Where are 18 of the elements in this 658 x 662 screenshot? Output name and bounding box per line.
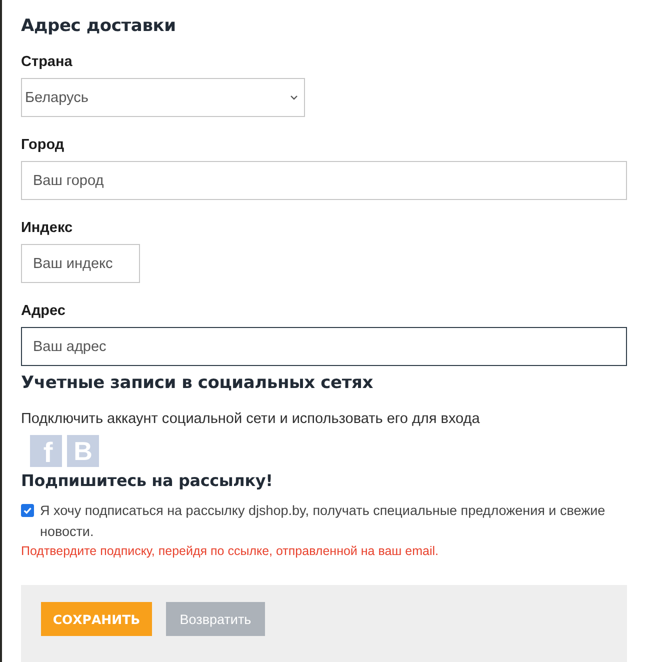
confirmation-note: Подтвердите подписку, перейдя по ссылке, отправленной на ваш email.	[21, 543, 440, 560]
field-label: Адрес	[21, 302, 66, 321]
checkbox[interactable]	[21, 504, 34, 517]
field-label: Индекс	[21, 219, 73, 238]
country-select[interactable]: Беларусь	[21, 78, 305, 117]
checkbox-label: Я хочу подписаться на рассылку djshop.by, получать специальные предложения и свежие новости.	[40, 502, 606, 541]
section-heading: Учетные записи в социальных сетях	[21, 372, 374, 394]
input-field[interactable]: Ваш адрес	[21, 327, 627, 366]
section-heading: Адрес доставки	[21, 15, 177, 37]
chevron-down-icon	[290, 95, 298, 100]
social-login-button[interactable]: f	[30, 435, 62, 467]
social-description: Подключить аккаунт социальной сети и использовать его для входа	[21, 410, 481, 429]
form-button[interactable]: Возвратить	[166, 602, 265, 636]
field-label: Страна	[21, 53, 72, 72]
form-button[interactable]: СОХРАНИТЬ	[41, 602, 152, 636]
field-label: Город	[21, 136, 64, 155]
social-login-button[interactable]: B	[67, 435, 99, 467]
section-heading: Подпишитесь на рассылку!	[21, 471, 274, 491]
